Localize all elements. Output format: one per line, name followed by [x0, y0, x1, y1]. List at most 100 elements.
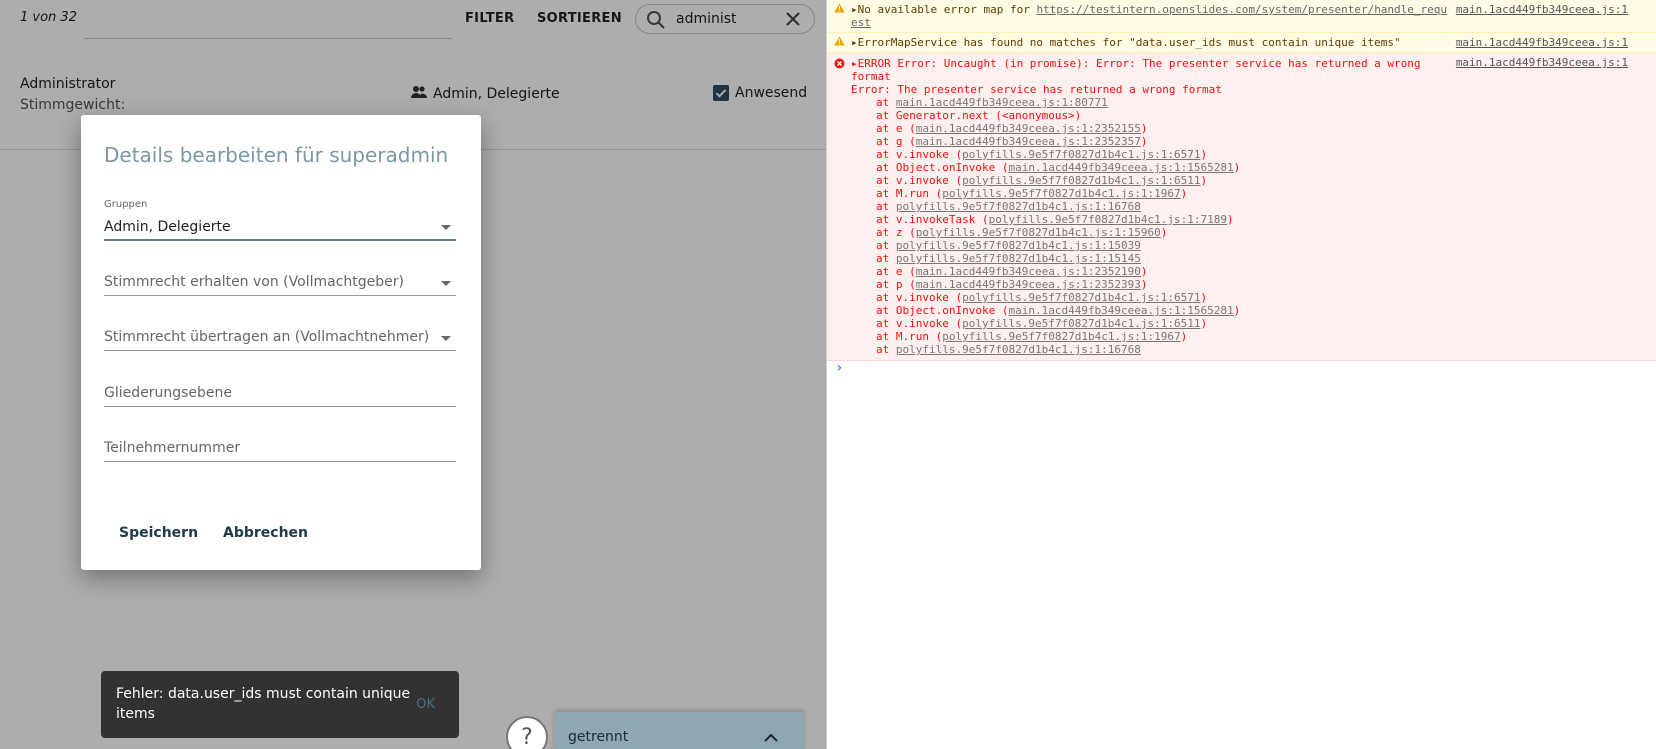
frame-source-link[interactable]: main.1acd449fb349ceea.js:1:1565281	[1008, 161, 1233, 174]
snackbar-message: Fehler: data.user_ids must contain uniqu…	[116, 686, 411, 722]
frame-source-link[interactable]: polyfills.9e5f7f0827d1b4c1.js:1:6511	[962, 174, 1200, 187]
warning-icon	[834, 3, 845, 16]
warning-text: No available error map for	[857, 3, 1037, 16]
stack-frame: at Object.onInvoke (main.1acd449fb349cee…	[876, 161, 1241, 174]
stack-frame: at v.invoke (polyfills.9e5f7f0827d1b4c1.…	[876, 291, 1208, 304]
frame-function: e	[895, 122, 903, 135]
chevron-down-icon	[441, 225, 451, 230]
frame-source-link[interactable]: main.1acd449fb349ceea.js:1:80771	[896, 96, 1108, 109]
save-button[interactable]: Speichern	[119, 525, 198, 541]
stack-frame: at M.run (polyfills.9e5f7f0827d1b4c1.js:…	[876, 330, 1188, 343]
error-snackbar: Fehler: data.user_ids must contain uniqu…	[101, 671, 459, 738]
stack-frame: at polyfills.9e5f7f0827d1b4c1.js:1:16768	[876, 343, 1141, 356]
console-error[interactable]: ▸ERROR Error: Uncaught (in promise): Err…	[827, 53, 1656, 361]
vote-from-placeholder: Stimmrecht erhalten von (Vollmachtgeber)	[104, 274, 404, 290]
participant-number-placeholder: Teilnehmernummer	[104, 440, 241, 456]
devtools-console: ▸No available error map for https://test…	[826, 0, 1656, 749]
edit-details-dialog: Details bearbeiten für superadmin Gruppe…	[81, 115, 481, 570]
expand-triangle-icon[interactable]: ▸	[851, 3, 858, 16]
frame-function: M.run	[895, 187, 929, 200]
frame-source-link[interactable]: polyfills.9e5f7f0827d1b4c1.js:1:15960	[916, 226, 1161, 239]
stack-frame: at v.invokeTask (polyfills.9e5f7f0827d1b…	[876, 213, 1234, 226]
groups-field-label: Gruppen	[104, 199, 148, 210]
vote-delegated-to-select[interactable]: Stimmrecht übertragen an (Vollmachtnehme…	[104, 320, 456, 351]
stack-frame: at polyfills.9e5f7f0827d1b4c1.js:1:15145	[876, 252, 1141, 265]
frame-function: v.invoke	[895, 148, 949, 161]
stack-frame: at v.invoke (polyfills.9e5f7f0827d1b4c1.…	[876, 317, 1208, 330]
connection-status-text: getrennt	[568, 729, 629, 745]
frame-source-link[interactable]: main.1acd449fb349ceea.js:1:1565281	[1008, 304, 1233, 317]
groups-field-value: Admin, Delegierte	[104, 219, 231, 235]
frame-function: Object.onInvoke	[895, 304, 996, 317]
frame-function: p	[895, 278, 903, 291]
frame-source-link[interactable]: polyfills.9e5f7f0827d1b4c1.js:1:15039	[896, 239, 1141, 252]
chevron-down-icon	[441, 281, 451, 286]
structure-level-placeholder: Gliederungsebene	[104, 385, 233, 401]
dialog-title: Details bearbeiten für superadmin	[104, 143, 449, 167]
chevron-down-icon	[441, 336, 451, 341]
snackbar-ok-button[interactable]: OK	[416, 695, 435, 715]
expand-triangle-icon[interactable]: ▸	[851, 57, 858, 70]
structure-level-input[interactable]: Gliederungsebene	[104, 376, 456, 407]
stack-frame: at v.invoke (polyfills.9e5f7f0827d1b4c1.…	[876, 148, 1208, 161]
frame-source-link[interactable]: polyfills.9e5f7f0827d1b4c1.js:1:16768	[896, 343, 1141, 356]
frame-source-link[interactable]: main.1acd449fb349ceea.js:1:2352190	[916, 265, 1141, 278]
stack-frame: at Object.onInvoke (main.1acd449fb349cee…	[876, 304, 1241, 317]
vote-delegated-from-select[interactable]: Stimmrecht erhalten von (Vollmachtgeber)	[104, 265, 456, 296]
connection-status-bar[interactable]: getrennt	[554, 712, 804, 749]
chevron-up-icon	[764, 728, 778, 747]
frame-source-link[interactable]: polyfills.9e5f7f0827d1b4c1.js:1:16768	[896, 200, 1141, 213]
stack-frame: at g (main.1acd449fb349ceea.js:1:2352357…	[876, 135, 1148, 148]
warning-source-link[interactable]: main.1acd449fb349ceea.js:1	[1455, 36, 1628, 49]
stack-frame: at z (polyfills.9e5f7f0827d1b4c1.js:1:15…	[876, 226, 1168, 239]
warning-text: ErrorMapService has found no matches for…	[857, 36, 1401, 49]
stack-frame: at Generator.next (<anonymous>)	[876, 109, 1082, 122]
frame-function: M.run	[895, 330, 929, 343]
frame-source-link[interactable]: polyfills.9e5f7f0827d1b4c1.js:1:6571	[962, 291, 1200, 304]
participant-number-input[interactable]: Teilnehmernummer	[104, 431, 456, 462]
frame-function: v.invokeTask	[895, 213, 976, 226]
stack-frame: at main.1acd449fb349ceea.js:1:80771	[876, 96, 1108, 109]
frame-function: v.invoke	[895, 291, 949, 304]
frame-source-link[interactable]: main.1acd449fb349ceea.js:1:2352155	[916, 122, 1141, 135]
frame-source-link[interactable]: polyfills.9e5f7f0827d1b4c1.js:1:15145	[896, 252, 1141, 265]
vote-to-placeholder: Stimmrecht übertragen an (Vollmachtnehme…	[104, 329, 430, 345]
console-prompt-icon[interactable]: ›	[835, 360, 843, 376]
frame-function: z	[895, 226, 903, 239]
stack-frame: at M.run (polyfills.9e5f7f0827d1b4c1.js:…	[876, 187, 1188, 200]
stack-frame: at e (main.1acd449fb349ceea.js:1:2352190…	[876, 265, 1148, 278]
frame-function: Object.onInvoke	[895, 161, 996, 174]
error-headline-cont: format	[851, 70, 891, 83]
frame-source-link[interactable]: polyfills.9e5f7f0827d1b4c1.js:1:7189	[989, 213, 1227, 226]
console-warning[interactable]: ▸No available error map for https://test…	[827, 0, 1656, 33]
warning-link[interactable]: https://testintern.openslides.com/system…	[1036, 3, 1447, 16]
warning-link-cont[interactable]: est	[851, 16, 871, 29]
frame-source-link[interactable]: main.1acd449fb349ceea.js:1:2352393	[916, 278, 1141, 291]
error-headline: ERROR Error: Uncaught (in promise): Erro…	[857, 57, 1421, 70]
error-message: Error: The presenter service has returne…	[851, 83, 1222, 96]
cancel-button[interactable]: Abbrechen	[223, 525, 308, 541]
error-icon	[834, 58, 845, 72]
frame-source-link[interactable]: polyfills.9e5f7f0827d1b4c1.js:1:6511	[962, 317, 1200, 330]
stack-frame: at polyfills.9e5f7f0827d1b4c1.js:1:16768	[876, 200, 1141, 213]
frame-source-link[interactable]: polyfills.9e5f7f0827d1b4c1.js:1:6571	[962, 148, 1200, 161]
stack-frame: at p (main.1acd449fb349ceea.js:1:2352393…	[876, 278, 1148, 291]
stack-frame: at v.invoke (polyfills.9e5f7f0827d1b4c1.…	[876, 174, 1208, 187]
frame-source-link[interactable]: polyfills.9e5f7f0827d1b4c1.js:1:1967	[942, 330, 1180, 343]
frame-source-link[interactable]: main.1acd449fb349ceea.js:1:2352357	[916, 135, 1141, 148]
stack-frame: at polyfills.9e5f7f0827d1b4c1.js:1:15039	[876, 239, 1141, 252]
stack-frame: at e (main.1acd449fb349ceea.js:1:2352155…	[876, 122, 1148, 135]
frame-function: e	[895, 265, 903, 278]
groups-select[interactable]: Gruppen Admin, Delegierte	[104, 199, 456, 241]
warning-source-link[interactable]: main.1acd449fb349ceea.js:1	[1455, 3, 1628, 16]
openslides-app: 1 von 32 FILTER SORTIEREN administ Admin…	[0, 0, 826, 749]
console-warning[interactable]: ▸ErrorMapService has found no matches fo…	[827, 33, 1656, 53]
error-source-link[interactable]: main.1acd449fb349ceea.js:1	[1455, 56, 1628, 69]
expand-triangle-icon[interactable]: ▸	[851, 36, 858, 49]
frame-source-link[interactable]: polyfills.9e5f7f0827d1b4c1.js:1:1967	[942, 187, 1180, 200]
warning-icon	[834, 36, 845, 49]
frame-function: Generator.next (<anonymous>)	[895, 109, 1082, 122]
frame-function: v.invoke	[895, 317, 949, 330]
stack-trace: at main.1acd449fb349ceea.js:1:80771 at Ge…	[851, 96, 1626, 356]
frame-function: g	[895, 135, 903, 148]
